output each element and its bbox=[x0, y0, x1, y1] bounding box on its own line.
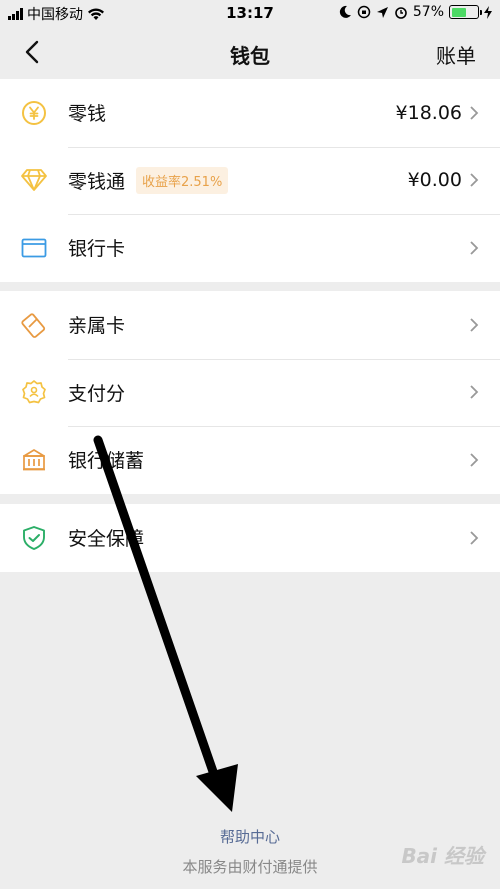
list-item-family-card[interactable]: 亲属卡 bbox=[0, 291, 500, 359]
wallet-group-1: 零钱 ¥18.06 零钱通 收益率2.51% ¥0.00 银行卡 bbox=[0, 79, 500, 282]
bank-savings-icon bbox=[20, 446, 48, 474]
list-item-change[interactable]: 零钱 ¥18.06 bbox=[0, 79, 500, 147]
list-item-change-pass[interactable]: 零钱通 收益率2.51% ¥0.00 bbox=[0, 146, 500, 215]
chevron-right-icon bbox=[470, 453, 479, 467]
chevron-right-icon bbox=[470, 318, 479, 332]
wallet-group-3: 安全保障 bbox=[0, 504, 500, 572]
diamond-icon bbox=[20, 166, 48, 194]
list-item-security[interactable]: 安全保障 bbox=[0, 504, 500, 572]
bill-button[interactable]: 账单 bbox=[436, 40, 476, 69]
wallet-group-2: 亲属卡 支付分 银行储蓄 bbox=[0, 291, 500, 494]
charging-icon bbox=[484, 5, 492, 19]
list-item-pay-score[interactable]: 支付分 bbox=[0, 358, 500, 427]
bank-card-icon bbox=[20, 234, 48, 262]
status-bar: 中国移动 13:17 57% bbox=[0, 0, 500, 27]
list-item-label: 银行储蓄 bbox=[68, 450, 145, 473]
pay-score-icon bbox=[20, 378, 48, 406]
balance-value: ¥0.00 bbox=[407, 169, 462, 192]
list-item-label: 银行卡 bbox=[68, 238, 126, 261]
nav-bar: 钱包 账单 bbox=[0, 27, 500, 77]
chevron-right-icon bbox=[470, 531, 479, 545]
family-card-icon bbox=[20, 311, 48, 339]
location-icon bbox=[376, 6, 388, 18]
list-item-bank-savings[interactable]: 银行储蓄 bbox=[0, 426, 500, 494]
watermark-logo: Bai 经验 bbox=[401, 844, 484, 868]
status-right: 57% bbox=[338, 4, 492, 20]
yuan-coin-icon bbox=[20, 99, 48, 127]
chevron-right-icon bbox=[470, 241, 479, 255]
list-item-label: 亲属卡 bbox=[68, 315, 126, 338]
balance-value: ¥18.06 bbox=[395, 101, 462, 124]
list-item-label: 零钱通 bbox=[68, 170, 126, 193]
chevron-right-icon bbox=[470, 173, 479, 187]
list-item-label: 安全保障 bbox=[68, 528, 145, 551]
battery-percent: 57% bbox=[412, 4, 444, 20]
rotation-lock-icon bbox=[357, 5, 371, 19]
yield-badge: 收益率2.51% bbox=[136, 166, 229, 194]
list-item-label: 支付分 bbox=[68, 382, 126, 405]
moon-icon bbox=[339, 5, 351, 18]
shield-icon bbox=[20, 524, 48, 552]
chevron-right-icon bbox=[470, 385, 479, 399]
chevron-right-icon bbox=[470, 106, 479, 120]
list-item-bank-card[interactable]: 银行卡 bbox=[0, 214, 500, 282]
list-item-label: 零钱 bbox=[68, 103, 107, 126]
battery-icon bbox=[449, 5, 482, 19]
alarm-icon bbox=[395, 7, 407, 19]
page-title: 钱包 bbox=[230, 44, 270, 68]
